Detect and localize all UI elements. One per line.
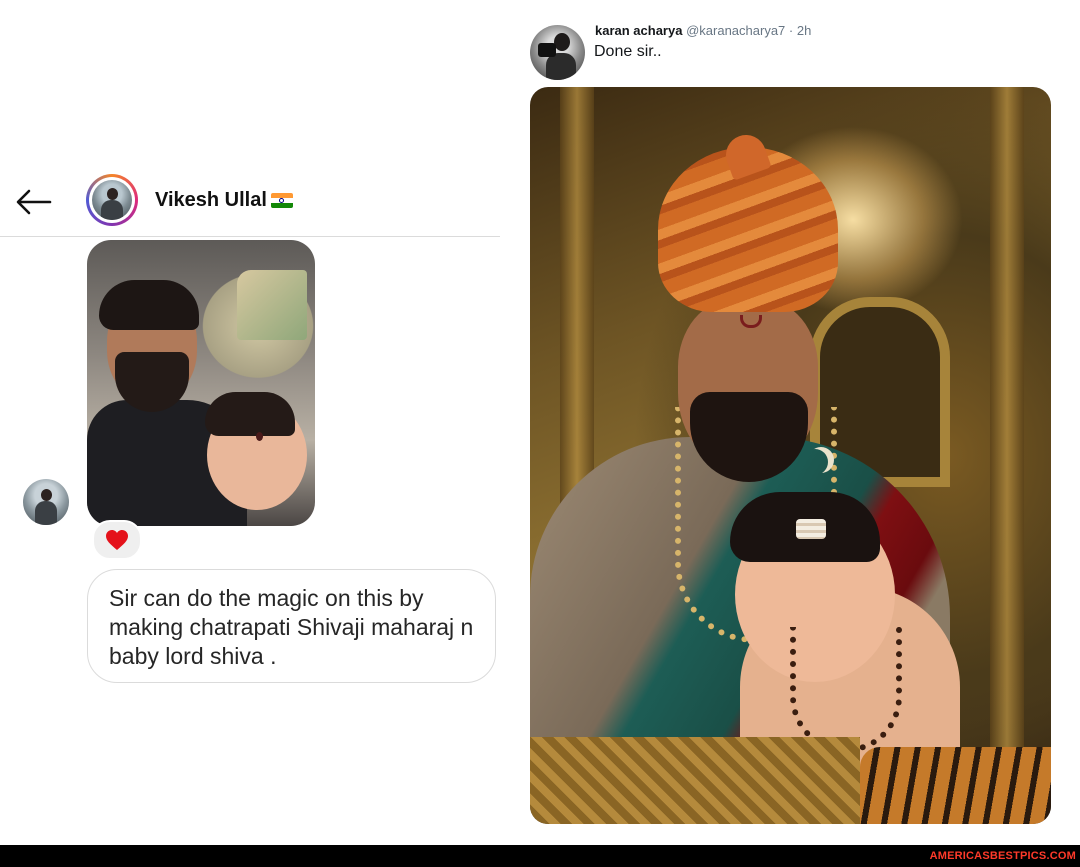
dm-conversation: Vikesh Ullal Sir can do the magic on thi… [0, 0, 500, 845]
message-bubble[interactable]: Sir can do the magic on this by making c… [87, 569, 496, 683]
shared-photo-message[interactable] [87, 240, 315, 526]
tweet-meta-separator: · [788, 23, 794, 38]
contact-name: Vikesh Ullal [155, 189, 267, 211]
footer-brand[interactable]: AMERICASBESTPICS.COM [930, 850, 1076, 862]
tweet-text: Done sir.. [594, 43, 662, 60]
tweet-meta: karan acharya @karanacharya7 · 2h [595, 23, 811, 38]
tweet-author-handle[interactable]: @karanacharya7 [686, 23, 785, 38]
sender-avatar[interactable] [23, 479, 69, 525]
tweet-author-name[interactable]: karan acharya [595, 23, 682, 38]
tweet-author-avatar[interactable] [530, 25, 585, 80]
contact-name-row[interactable]: Vikesh Ullal [155, 189, 293, 212]
india-flag-icon [270, 193, 293, 208]
heart-reaction[interactable] [92, 520, 142, 560]
tweet-time[interactable]: 2h [797, 23, 811, 38]
heart-icon [106, 530, 128, 550]
contact-avatar[interactable] [86, 174, 138, 226]
tweet-image[interactable] [530, 87, 1051, 824]
back-arrow-icon[interactable] [14, 186, 54, 218]
message-text: Sir can do the magic on this by making c… [109, 585, 474, 669]
footer-bar: AMERICASBESTPICS.COM [0, 845, 1080, 867]
tweet: karan acharya @karanacharya7 · 2h Done s… [520, 0, 1080, 845]
dm-header: Vikesh Ullal [0, 168, 500, 237]
